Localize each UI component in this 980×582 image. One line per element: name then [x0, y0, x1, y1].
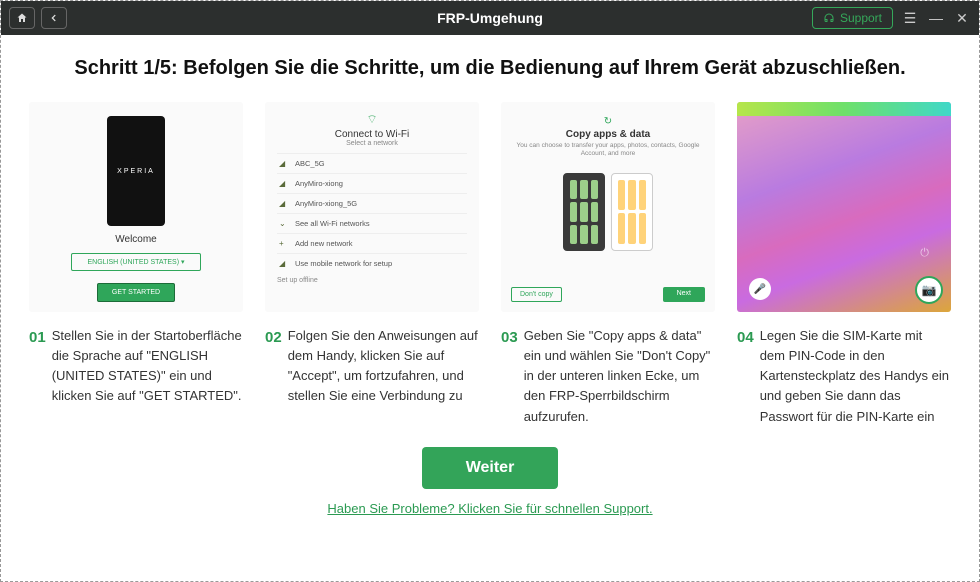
mic-icon: 🎤 — [749, 278, 771, 300]
wifi-title: Connect to Wi-Fi — [277, 129, 467, 140]
phone-brand: XPERIA — [117, 168, 155, 175]
network-item: ABC_5G — [295, 159, 325, 168]
next-mock: Next — [663, 287, 705, 302]
network-item: AnyMiro-xiong_5G — [295, 199, 357, 208]
step-text: Geben Sie "Copy apps & data" ein und wäh… — [524, 326, 715, 427]
support-button[interactable]: Support — [812, 7, 893, 29]
steps-row: XPERIA Welcome ENGLISH (UNITED STATES) ▾… — [29, 102, 951, 427]
step-2-image: ⌔ Connect to Wi-Fi Select a network ◢ ABC… — [265, 102, 479, 312]
plus-icon: + — [279, 239, 289, 248]
continue-button[interactable]: Weiter — [422, 447, 559, 489]
minimize-button[interactable]: — — [927, 10, 945, 26]
step-3: ↻ Copy apps & data You can choose to tra… — [501, 102, 715, 427]
close-button[interactable]: ✕ — [953, 10, 971, 27]
step-text: Folgen Sie den Anweisungen auf dem Handy… — [288, 326, 479, 407]
home-button[interactable] — [9, 7, 35, 29]
step-number: 03 — [501, 326, 518, 427]
use-mobile: Use mobile network for setup — [295, 259, 392, 268]
step-number: 04 — [737, 326, 754, 427]
chevron-down-icon: ⌄ — [279, 219, 289, 228]
wifi-signal-icon: ◢ — [279, 199, 289, 208]
step-4-image: ⏻ 🎤 📷 — [737, 102, 951, 312]
wifi-icon: ⌔ — [277, 112, 467, 127]
back-button[interactable] — [41, 7, 67, 29]
phone-mock: XPERIA — [107, 116, 165, 226]
step-1-image: XPERIA Welcome ENGLISH (UNITED STATES) ▾… — [29, 102, 243, 312]
footer: Weiter Haben Sie Probleme? Klicken Sie f… — [29, 447, 951, 516]
step-text: Stellen Sie in der Startoberfläche die S… — [52, 326, 243, 407]
cellular-icon: ◢ — [279, 259, 289, 268]
add-network: Add new network — [295, 239, 353, 248]
step-2: ⌔ Connect to Wi-Fi Select a network ◢ ABC… — [265, 102, 479, 427]
support-label: Support — [840, 11, 882, 25]
setup-offline: Set up offline — [277, 277, 467, 284]
step-number: 01 — [29, 326, 46, 407]
dont-copy-mock: Don't copy — [511, 287, 562, 302]
copy-title: Copy apps & data — [511, 129, 705, 140]
network-item: AnyMiro-xiong — [295, 179, 343, 188]
phone-source — [563, 173, 605, 251]
welcome-label: Welcome — [115, 234, 157, 245]
copy-subtitle: You can choose to transfer your apps, ph… — [511, 142, 705, 159]
phone-target — [611, 173, 653, 251]
titlebar: FRP-Umgehung Support ☰ — ✕ — [1, 1, 979, 35]
get-started-mock: GET STARTED — [97, 283, 175, 302]
step-text: Legen Sie die SIM-Karte mit dem PIN-Code… — [760, 326, 951, 427]
main-content: Schritt 1/5: Befolgen Sie die Schritte, … — [1, 35, 979, 516]
step-4: ⏻ 🎤 📷 04 Legen Sie die SIM-Karte mit dem… — [737, 102, 951, 427]
transfer-icon: ↻ — [511, 116, 705, 127]
wifi-subtitle: Select a network — [277, 140, 467, 147]
language-selector: ENGLISH (UNITED STATES) ▾ — [71, 253, 201, 271]
step-3-image: ↻ Copy apps & data You can choose to tra… — [501, 102, 715, 312]
wifi-signal-icon: ◢ — [279, 179, 289, 188]
page-heading: Schritt 1/5: Befolgen Sie die Schritte, … — [29, 57, 951, 80]
lock-icon: ⏻ — [920, 247, 929, 260]
step-1: XPERIA Welcome ENGLISH (UNITED STATES) ▾… — [29, 102, 243, 427]
menu-icon[interactable]: ☰ — [901, 10, 919, 27]
help-link[interactable]: Haben Sie Probleme? Klicken Sie für schn… — [29, 501, 951, 516]
step-number: 02 — [265, 326, 282, 407]
see-all-networks: See all Wi-Fi networks — [295, 219, 370, 228]
camera-icon: 📷 — [915, 276, 943, 304]
wifi-signal-icon: ◢ — [279, 159, 289, 168]
